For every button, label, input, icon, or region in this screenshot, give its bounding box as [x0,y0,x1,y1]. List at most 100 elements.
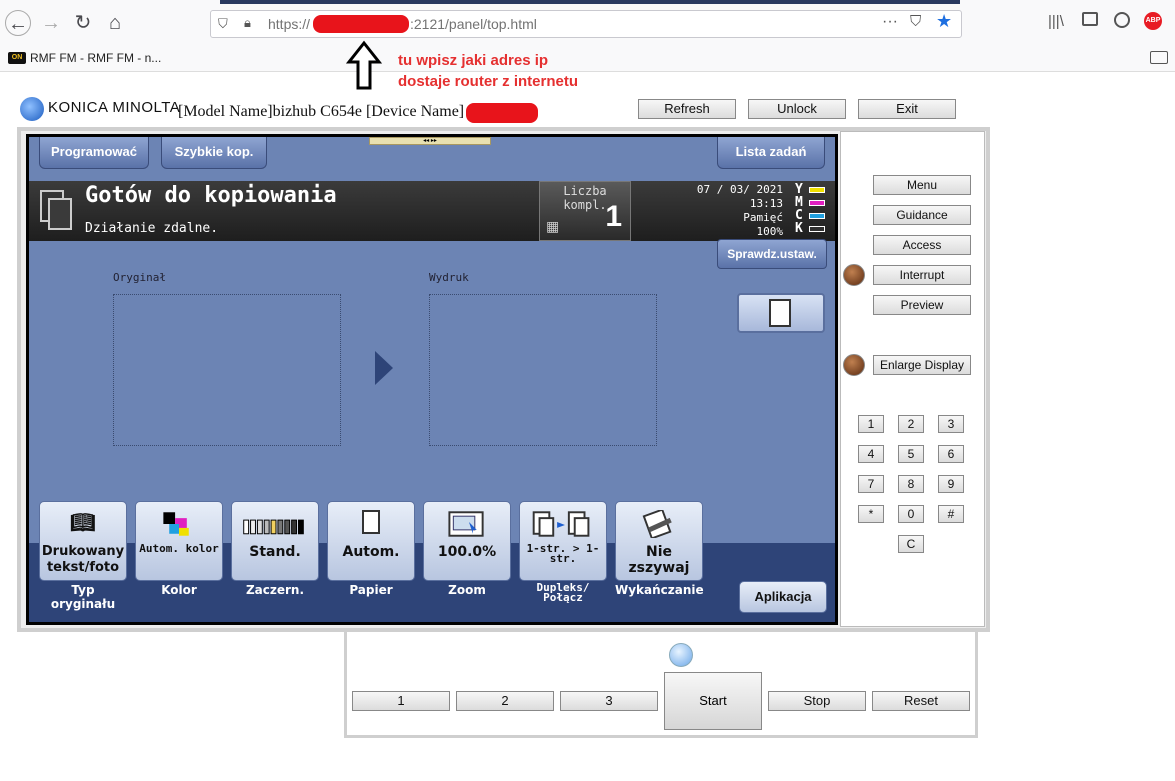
preview-button[interactable]: Preview [873,295,971,315]
unlock-button[interactable]: Unlock [748,99,846,119]
finishing-button[interactable]: Nie zszywaj [615,501,703,581]
check-settings-button[interactable]: Sprawdz.ustaw. [717,239,827,269]
keypad-icon: ▦ [546,218,560,234]
memory-label: Pamięć [743,211,783,224]
bottom-panel [344,632,978,738]
key-6[interactable]: 6 [938,445,964,463]
toner-m-bar [809,200,825,206]
menu-button[interactable]: Menu [873,175,971,195]
home-icon[interactable]: ⌂ [102,10,128,36]
key-8[interactable]: 8 [898,475,924,493]
page-view-button[interactable] [737,293,825,333]
time: 13:13 [749,197,783,210]
interrupt-led [843,264,865,286]
key-5[interactable]: 5 [898,445,924,463]
density-button[interactable]: Stand. [231,501,319,581]
color-value: Autom. kolor [139,542,219,555]
color-label: Kolor [161,583,197,597]
original-label: Oryginał [113,271,166,284]
up-arrow-icon [346,40,382,90]
bookmark-star-icon[interactable]: ★ [936,11,952,32]
brand-name: KONICA MINOLTA [48,99,181,116]
color-button[interactable]: Autom. kolor [135,501,223,581]
key-3[interactable]: 3 [938,415,964,433]
access-button[interactable]: Access [873,235,971,255]
key-2[interactable]: 2 [898,415,924,433]
pocket-icon[interactable]: ⛉ [910,13,921,30]
zoom-button[interactable]: 100.0% [423,501,511,581]
toner-y-bar [809,187,825,193]
program-button[interactable]: Programować [39,137,149,169]
reset-button[interactable]: Reset [872,691,970,711]
rmf-favicon-icon: ON [8,52,26,64]
bookmark-rmf[interactable]: RMF FM - RMF FM - n... [30,51,161,65]
memory-2-button[interactable]: 2 [456,691,554,711]
key-0[interactable]: 0 [898,505,924,523]
key-4[interactable]: 4 [858,445,884,463]
key-1[interactable]: 1 [858,415,884,433]
finishing-value: Nie zszywaj [628,544,690,576]
key-clear[interactable]: C [898,535,924,553]
adblock-icon[interactable]: ABP [1144,12,1162,30]
refresh-button[interactable]: Refresh [638,99,736,119]
grip-handle[interactable]: ◂◂ ▸▸ [369,137,491,145]
back-icon[interactable]: ← [5,10,31,36]
original-type-value: Drukowany tekst/foto [41,544,125,575]
toner-k-label: K [795,221,803,236]
enlarge-display-button[interactable]: Enlarge Display [873,355,971,375]
url-prefix: https:// [268,16,311,32]
paper-label: Papier [349,583,393,597]
konica-logo-icon [20,97,44,121]
guidance-button[interactable]: Guidance [873,205,971,225]
original-type-button[interactable]: 📖︎ Drukowany tekst/foto [39,501,127,581]
more-icon[interactable]: ··· [882,13,898,31]
staple-icon [642,510,672,538]
interrupt-button[interactable]: Interrupt [873,265,971,285]
zoom-icon [448,511,484,537]
forward-icon[interactable]: → [38,10,64,36]
original-type-label: Typ oryginału [50,583,116,611]
key-9[interactable]: 9 [938,475,964,493]
start-led [669,643,693,667]
output-preview-area [429,294,657,446]
memory-3-button[interactable]: 3 [560,691,658,711]
density-label: Zaczern. [245,583,305,597]
library-icon[interactable]: |||\ [1048,13,1064,30]
duplex-label: Dupleks/ Połącz [536,581,590,604]
bookmarks-toolbar [0,46,1175,72]
stop-button[interactable]: Stop [768,691,866,711]
folder-icon[interactable] [1150,51,1168,64]
quick-copy-button[interactable]: Szybkie kop. [161,137,267,169]
start-button[interactable]: Start [664,672,762,730]
duplex-button[interactable]: 1-str. > 1-str. [519,501,607,581]
redaction [466,103,538,123]
key-hash[interactable]: # [938,505,964,523]
job-list-button[interactable]: Lista zadań [717,137,825,169]
finishing-label: Wykańczanie [615,583,704,597]
density-icon [243,519,304,535]
key-star[interactable]: * [858,505,884,523]
memory-value: 100% [756,225,784,238]
status-title: Gotów do kopiowania [85,183,337,208]
exit-button[interactable]: Exit [858,99,956,119]
sidebar-icon[interactable] [1082,12,1098,26]
application-button[interactable]: Aplikacja [739,581,827,613]
copy-count[interactable]: Liczba kompl. 1 ▦ [539,181,631,241]
account-icon[interactable] [1114,12,1130,28]
annotation-line1: tu wpisz jaki adres ip [398,52,549,69]
enlarge-led [843,354,865,376]
zoom-value: 100.0% [437,544,497,560]
memory-1-button[interactable]: 1 [352,691,450,711]
url-suffix: :2121/panel/top.html [410,16,537,32]
book-icon: 📖︎ [70,512,96,534]
paper-icon [328,510,414,538]
toner-c-bar [809,213,825,219]
lock-icon: 🔒︎ [244,15,251,30]
paper-button[interactable]: Autom. [327,501,415,581]
reload-icon[interactable]: ↻ [70,10,96,36]
original-preview-area [113,294,341,446]
date: 07 / 03/ 2021 [696,183,783,196]
page-icon [769,299,791,327]
key-7[interactable]: 7 [858,475,884,493]
count-value: 1 [605,200,622,233]
